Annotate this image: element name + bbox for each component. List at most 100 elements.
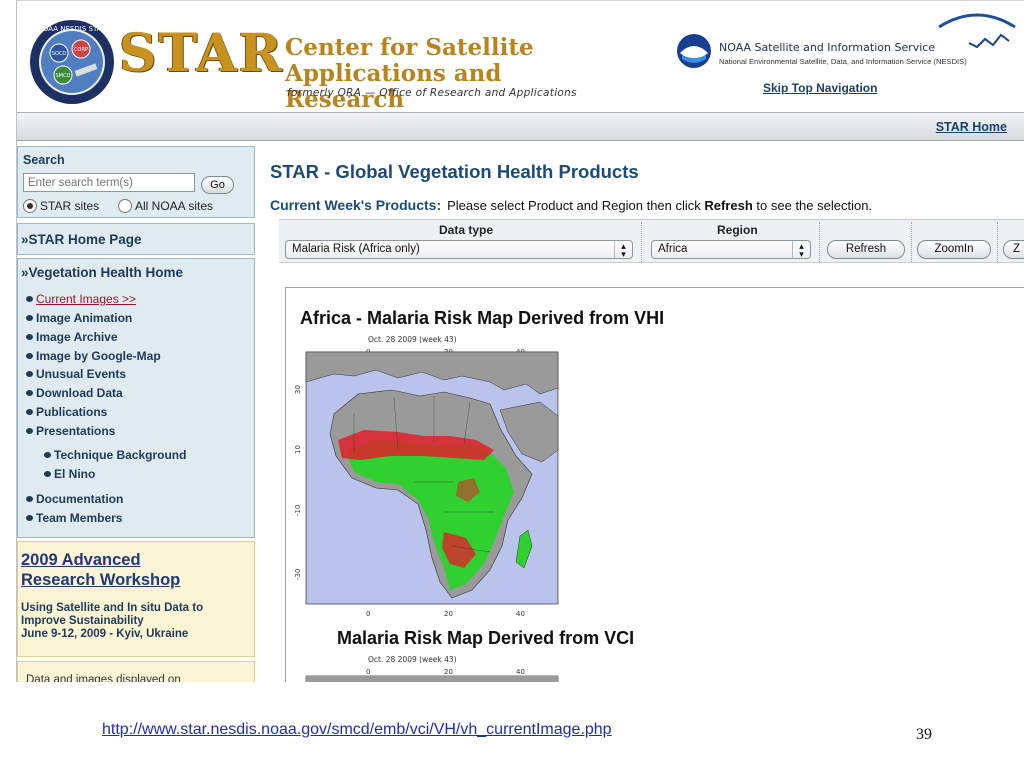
workshop-line1: Using Satellite and In situ Data to <box>21 602 204 614</box>
browser-screenshot: NOAA NESDIS STAR SOCD CORP SMCD STAR Cen… <box>16 0 1024 682</box>
top-nav-bar: STAR Home <box>17 112 1024 141</box>
menu-label: El Nino <box>54 467 96 481</box>
map-panel: Africa - Malaria Risk Map Derived from V… <box>285 287 1024 682</box>
map2-date-label: Oct. 28 2009 (week 43) <box>368 655 457 664</box>
bullet-icon <box>26 428 33 434</box>
seal-label-smcd: SMCD <box>56 73 71 79</box>
workshop-description: Using Satellite and In situ Data to Impr… <box>21 602 253 641</box>
map2-title: Malaria Risk Map Derived from VCI <box>337 628 635 648</box>
region-select[interactable]: Africa ▴ ▾ <box>651 240 811 259</box>
refresh-button[interactable]: Refresh <box>827 240 905 259</box>
menu-download-data[interactable]: Download Data <box>26 386 123 400</box>
submenu-technique-background[interactable]: Technique Background <box>44 448 186 462</box>
bullet-icon <box>44 471 51 477</box>
map2-land <box>306 676 558 682</box>
bullet-icon <box>26 496 33 502</box>
menu-label: Technique Background <box>54 448 187 462</box>
menu-label: Current Images >> <box>36 292 137 306</box>
zoomin-button[interactable]: ZoomIn <box>917 240 991 259</box>
current-week-line: Current Week's Products: Please select Pr… <box>270 197 872 213</box>
data-note-text: Data and images displayed on <box>26 674 181 682</box>
submenu-el-nino[interactable]: El Nino <box>44 467 95 481</box>
wave-icon <box>968 33 1010 49</box>
divider <box>911 222 912 262</box>
menu-image-by-google-map[interactable]: Image by Google-Map <box>26 349 161 363</box>
bullet-icon <box>26 515 33 521</box>
workshop-panel: 2009 Advanced Research Workshop Using Sa… <box>17 541 255 657</box>
product-controls: Data type Malaria Risk (Africa only) ▴ ▾ … <box>279 219 1024 263</box>
star-home-link[interactable]: STAR Home <box>936 120 1007 134</box>
menu-presentations[interactable]: Presentations <box>26 424 115 438</box>
menu-current-images[interactable]: Current Images >> <box>26 292 136 306</box>
bullet-icon <box>26 390 33 396</box>
map2-lon-tick-40: 40 <box>516 668 525 676</box>
map1-title: Africa - Malaria Risk Map Derived from V… <box>300 308 665 328</box>
vhi-malaria-risk-map[interactable]: Oct. 28 2009 (week 43) 0 20 40 30 10 -10 <box>294 332 570 622</box>
slide-number: 39 <box>916 726 932 743</box>
map-date-label: Oct. 28 2009 (week 43) <box>368 335 457 344</box>
region-label: Region <box>717 223 758 237</box>
divider <box>997 222 998 262</box>
skip-navigation-link[interactable]: Skip Top Navigation <box>763 81 877 95</box>
menu-label: Publications <box>36 405 108 419</box>
workshop-link[interactable]: 2009 Advanced Research Workshop <box>21 550 180 590</box>
vci-malaria-risk-map[interactable]: Oct. 28 2009 (week 43) 0 20 40 <box>294 652 570 682</box>
select-arrows-icon: ▴ ▾ <box>792 241 810 259</box>
radio-all-noaa-sites[interactable] <box>118 199 132 213</box>
region-value: Africa <box>658 243 688 255</box>
lat-tick-10: 10 <box>294 445 302 454</box>
menu-label: Image by Google-Map <box>36 349 161 363</box>
search-input[interactable] <box>23 173 195 192</box>
center-title-line1: Center for Satellite <box>285 34 534 61</box>
seal-label-socd: SOCD <box>52 51 67 57</box>
radio-star-sites[interactable] <box>23 199 37 213</box>
data-type-select[interactable]: Malaria Risk (Africa only) ▴ ▾ <box>285 240 633 259</box>
bullet-icon <box>26 315 33 321</box>
bullet-icon <box>26 409 33 415</box>
data-type-label: Data type <box>439 223 494 237</box>
star-seal-logo[interactable]: NOAA NESDIS STAR SOCD CORP SMCD <box>29 19 115 105</box>
menu-image-archive[interactable]: Image Archive <box>26 330 118 344</box>
seal-label-corp: CORP <box>74 47 88 53</box>
source-url-link[interactable]: http://www.star.nesdis.noaa.gov/smcd/emb… <box>102 721 612 739</box>
data-type-value: Malaria Risk (Africa only) <box>292 243 420 255</box>
workshop-line3: June 9-12, 2009 - Kyiv, Ukraine <box>21 628 189 640</box>
center-subtitle: formerly ORA — Office of Research and Ap… <box>287 87 577 99</box>
vegetation-menu-panel: »Vegetation Health Home Current Images >… <box>17 258 255 538</box>
lat-tick-neg10: -10 <box>294 505 302 516</box>
star-home-page-link[interactable]: »STAR Home Page <box>21 232 142 247</box>
bullet-icon <box>26 371 33 377</box>
search-title: Search <box>23 153 65 167</box>
vegetation-health-home-link[interactable]: »Vegetation Health Home <box>21 265 183 280</box>
bullet-icon <box>26 353 33 359</box>
go-button[interactable]: Go <box>201 176 234 194</box>
menu-team-members[interactable]: Team Members <box>26 511 122 525</box>
current-week-label: Current Week's Products: <box>270 197 442 213</box>
zoomout-button-partial[interactable]: Z <box>1003 240 1024 259</box>
menu-publications[interactable]: Publications <box>26 405 107 419</box>
map2-lon-tick-20: 20 <box>444 668 453 676</box>
workshop-title-line2: Research Workshop <box>21 571 181 589</box>
menu-label: Image Archive <box>36 330 118 344</box>
menu-unusual-events[interactable]: Unusual Events <box>26 367 126 381</box>
data-note-panel: Data and images displayed on <box>17 661 255 682</box>
menu-documentation[interactable]: Documentation <box>26 492 123 506</box>
bullet-icon <box>44 452 51 458</box>
menu-image-animation[interactable]: Image Animation <box>26 311 132 325</box>
radio-star-sites-label: STAR sites <box>40 199 100 213</box>
divider <box>641 222 642 262</box>
noaa-logo-icon[interactable] <box>676 33 712 69</box>
star-home-page-panel: »STAR Home Page <box>17 223 255 255</box>
lon-tick-bottom-20: 20 <box>444 610 453 618</box>
star-logo-text[interactable]: STAR <box>119 23 284 84</box>
menu-label: Team Members <box>36 511 123 525</box>
center-title: Center for Satellite Applications and Re… <box>285 35 625 113</box>
select-arrows-icon: ▴ ▾ <box>614 241 632 259</box>
lon-tick-bottom-40: 40 <box>516 610 525 618</box>
instruction-text: Please select Product and Region then cl… <box>447 198 705 213</box>
instruction-refresh-word: Refresh <box>704 198 753 213</box>
lon-tick-bottom-0: 0 <box>366 610 370 618</box>
workshop-line2: Improve Sustainability <box>21 615 144 627</box>
noaa-subtitle: National Environmental Satellite, Data, … <box>719 57 967 66</box>
radio-all-noaa-sites-label: All NOAA sites <box>135 199 214 213</box>
